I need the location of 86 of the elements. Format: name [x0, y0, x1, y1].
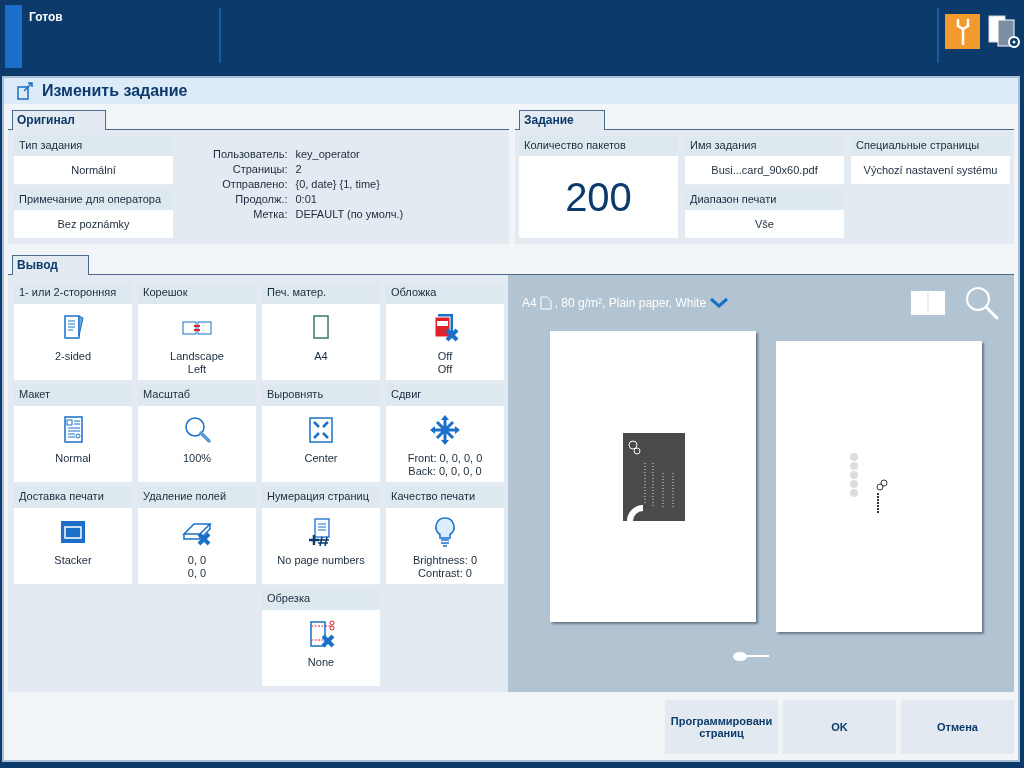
media-details: , 80 g/m², Plain paper, White: [554, 296, 707, 310]
info-value: {0, date} {1, time}: [295, 178, 381, 190]
info-label: Страницы:: [231, 163, 288, 175]
setting-tile[interactable]: Brightness: 0 Contrast: 0: [386, 508, 504, 584]
tile-value: Landscape: [170, 350, 224, 363]
status-text: Готов: [29, 10, 64, 24]
tile-value: 2-sided: [54, 350, 92, 363]
tile-value: Off: [437, 350, 453, 363]
page-spread-icon[interactable]: [911, 291, 945, 315]
info-label: Пользователь:: [213, 148, 288, 160]
tile-value: Stacker: [54, 554, 92, 567]
tile-value: Back: 0, 0, 0, 0: [408, 465, 482, 478]
setting-tile[interactable]: Normal: [14, 406, 132, 482]
wrench-button[interactable]: [945, 14, 980, 49]
field-label: Количество пакетов: [519, 136, 678, 156]
tile-label: Удаление полей: [138, 487, 256, 508]
setting-tile[interactable]: Stacker: [14, 508, 132, 584]
dialog-title: Изменить задание: [42, 82, 188, 100]
shift-arrows-icon: [429, 414, 461, 446]
setting-tile[interactable]: 100%: [138, 406, 256, 482]
field-value[interactable]: Bez poznámky: [14, 210, 173, 238]
field-label: Специальные страницы: [851, 136, 1010, 156]
field-value[interactable]: Vše: [685, 210, 844, 238]
tile-label: Печ. матер.: [262, 283, 380, 304]
field-label: Тип задания: [14, 136, 173, 156]
info-value: DEFAULT (по умолч.): [295, 208, 404, 220]
info-label: Продолж.:: [234, 193, 288, 205]
field-value[interactable]: Výchozí nastavení systému: [851, 156, 1010, 184]
tile-label: Корешок: [138, 283, 256, 304]
tile-label: 1- или 2-сторонняя: [14, 283, 132, 304]
tile-label: Обложка: [386, 283, 504, 304]
page-thumbnail[interactable]: [776, 341, 982, 632]
tile-value: Front: 0, 0, 0, 0: [407, 452, 483, 465]
tile-label: Выровнять: [262, 385, 380, 406]
tile-value: Normal: [55, 452, 91, 465]
chevron-down-icon[interactable]: [709, 297, 730, 309]
tile-value: 0, 0: [187, 554, 207, 567]
tile-value: Brightness: 0: [412, 554, 478, 567]
edit-job-icon: [16, 82, 34, 100]
tile-label: Доставка печати: [14, 487, 132, 508]
tile-value: Left: [187, 363, 207, 376]
setting-tile[interactable]: Off Off: [386, 304, 504, 380]
footer-button[interactable]: Программировани страниц: [665, 700, 778, 754]
setting-tile[interactable]: A4: [262, 304, 380, 380]
tile-value: Off: [437, 363, 453, 376]
setting-tile[interactable]: No page numbers: [262, 508, 380, 584]
tile-label: Масштаб: [138, 385, 256, 406]
copies-value[interactable]: 200: [519, 156, 678, 238]
field-value[interactable]: Normální: [14, 156, 173, 184]
tile-label: Обрезка: [262, 589, 380, 610]
page-slider[interactable]: [733, 652, 769, 661]
setting-tile[interactable]: Center: [262, 406, 380, 482]
setting-tile[interactable]: None: [262, 610, 380, 686]
tile-label: Нумерация страниц: [262, 487, 380, 508]
info-value: 2: [295, 163, 303, 175]
footer-button[interactable]: OK: [783, 700, 896, 754]
tile-label: Сдвиг: [386, 385, 504, 406]
status-indicator: [5, 5, 22, 68]
field-value[interactable]: Busi...card_90x60.pdf: [685, 156, 844, 184]
page-icon: [539, 296, 552, 310]
page-thumbnail[interactable]: [550, 331, 756, 622]
tile-value: No page numbers: [277, 554, 365, 567]
info-label: Метка:: [252, 208, 288, 220]
footer-button[interactable]: Отмена: [901, 700, 1014, 754]
setting-tile[interactable]: Landscape Left: [138, 304, 256, 380]
media-size: A4: [522, 296, 537, 310]
tile-value: Contrast: 0: [418, 567, 472, 580]
tile-value: 0, 0: [187, 567, 207, 580]
tile-value: None: [307, 656, 335, 669]
info-value: key_operator: [295, 148, 361, 160]
setting-tile[interactable]: 2-sided: [14, 304, 132, 380]
tile-value: 100%: [182, 452, 212, 465]
tile-label: Макет: [14, 385, 132, 406]
slider-thumb[interactable]: [733, 652, 747, 661]
zoom-icon[interactable]: [964, 285, 1000, 321]
setting-tile[interactable]: Front: 0, 0, 0, 0 Back: 0, 0, 0, 0: [386, 406, 504, 482]
info-value: 0:01: [295, 193, 318, 205]
tile-label: Качество печати: [386, 487, 504, 508]
field-label: Имя задания: [685, 136, 844, 156]
field-label: Примечание для оператора: [14, 190, 173, 210]
tile-value: Center: [304, 452, 338, 465]
info-label: Отправлено:: [221, 178, 288, 190]
tile-value: A4: [314, 350, 328, 363]
field-label: Диапазон печати: [685, 190, 844, 210]
settings-icon[interactable]: [986, 14, 1022, 50]
setting-tile[interactable]: 0, 0 0, 0: [138, 508, 256, 584]
